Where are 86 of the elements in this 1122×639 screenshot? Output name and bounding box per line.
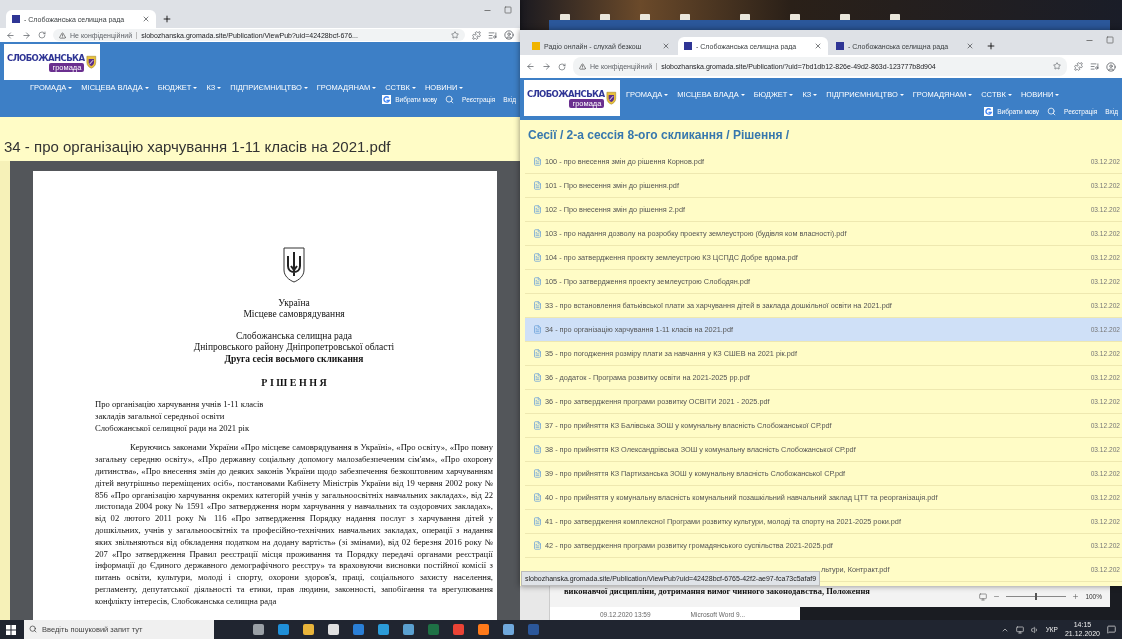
- file-icon: [533, 301, 542, 310]
- taskbar-app-icon[interactable]: [403, 624, 414, 635]
- back-icon[interactable]: [526, 62, 535, 71]
- document-line: закладів загальної середньої освіти: [95, 410, 226, 423]
- file-icon: [533, 517, 542, 526]
- page-title: 34 - про організацію харчування 1-11 класів на 2021.pdf: [4, 138, 391, 155]
- maximize-icon[interactable]: [1106, 36, 1114, 44]
- breadcrumb: Сесії / 2-а сессія 8-ого скликання / Рішення /: [528, 128, 790, 142]
- favicon-icon: [836, 42, 844, 50]
- document-heading: Р І Ш Е Н Н Я: [261, 376, 327, 389]
- document-scrollbar[interactable]: [520, 586, 550, 622]
- file-icon: [533, 445, 542, 454]
- back-icon[interactable]: [6, 30, 15, 40]
- document-line: виконавчої дисципліни, дотримання вимог чинного законодавства, Положення: [564, 586, 870, 596]
- favicon-icon: [532, 42, 540, 50]
- zoom-slider-thumb[interactable]: [1035, 593, 1038, 600]
- document-paragraph: Керуючись законами України «Про місцеве самоврядування в Україні», «Про освіту», «Про повну загальну середню освіту», «Про державну соціальну допомогу малозабезпеченим сім'ям», «Про охорону дитинства», «Про внесення змін до деяких законів України щодо забезпечення безкоштовним харчуванням дітей внутрішньо переміщених осіб», постановами Кабінету Міністрів України від 19 червня 2002 року № 856 «Про організацію харчування окремих категорій учнів у загальноосвітніх навчальних закладах», від 22 листопада 2004 року № 1591 «Про затвердження норм харчування у навчальних та оздоровчих закладах», від 02 лютого 2011 року № 116 «Про затвердження Порядку надання послуг з харчування дітей у дошкільних, учнів у загальноосвітніх та професійно-технічних навчальних закладах, операції з надання яких звільняються від обкладення податком на додану вартість» (зі змінами), від 02 березня 2016 року № 207 «Про затвердження Правил реєстрації місця проживання та Порядку передачі органами реєстрації інформації до Єдиного державного демографічного реєстру» та враховуючи висновки постійної комісії з питань освіти, культури, молоді і спорту, охорони здоров'я, праці, соціального захисту населення, регламенту, депутатської діяльності та етики, прав людини, законності, запобігання та врегулювання конфлікту інтересів, Слобожанська селищна рада: [95, 442, 493, 608]
- document-line: Слобожанської селищної ради на 2021 рік: [95, 422, 251, 435]
- document-line: Місцеве самоврядування: [243, 309, 345, 321]
- close-tab-icon[interactable]: [966, 42, 974, 50]
- close-tab-icon[interactable]: [142, 15, 150, 23]
- taskbar-app-icon[interactable]: [253, 624, 264, 635]
- taskbar-app-icon[interactable]: [278, 624, 289, 635]
- view-icon[interactable]: [979, 592, 988, 601]
- forward-icon[interactable]: [22, 30, 31, 40]
- search-icon[interactable]: [1047, 107, 1057, 116]
- close-tab-icon[interactable]: [662, 42, 670, 50]
- document-line: Друга сесія восьмого скликання: [224, 353, 364, 365]
- file-icon: [533, 157, 542, 166]
- zoom-out-icon[interactable]: [993, 593, 1001, 600]
- extensions-icon[interactable]: [1074, 62, 1083, 71]
- file-icon: [533, 349, 542, 358]
- document-line: Україна: [278, 298, 310, 310]
- new-tab-icon[interactable]: [162, 14, 172, 24]
- taskbar-app-icon[interactable]: [453, 624, 464, 635]
- extensions-icon[interactable]: [472, 30, 481, 40]
- taskbar-app-icon[interactable]: [478, 624, 489, 635]
- file-icon: [533, 421, 542, 430]
- bookmark-star-icon[interactable]: [1053, 62, 1061, 71]
- file-icon: [533, 205, 542, 214]
- profile-icon[interactable]: [504, 30, 514, 40]
- logo-title: СЛОБОЖАНСЬКА: [527, 88, 605, 99]
- taskbar-app-icon[interactable]: [378, 624, 389, 635]
- zoom-in-icon[interactable]: [1072, 593, 1080, 600]
- file-icon: [533, 397, 542, 406]
- media-icon[interactable]: [488, 30, 497, 40]
- taskbar-app-icon[interactable]: [503, 624, 514, 635]
- search-icon: [29, 625, 37, 633]
- file-icon: [533, 373, 542, 382]
- file-icon: [533, 277, 542, 286]
- reload-icon[interactable]: [38, 31, 46, 39]
- file-icon: [533, 253, 542, 262]
- document-line: Слобожанська селищна рада: [235, 330, 352, 342]
- notifications-icon[interactable]: [1107, 625, 1116, 634]
- trident-emblem-icon: [282, 246, 306, 284]
- volume-icon[interactable]: [1030, 625, 1039, 634]
- maximize-icon[interactable]: [504, 6, 512, 14]
- bookmark-star-icon[interactable]: [451, 31, 459, 39]
- warning-icon: [579, 63, 586, 70]
- document-line: Дніпровського району Дніпропетровської області: [193, 342, 395, 354]
- document-line: Про організацію харчування учнів 1-11 класів: [95, 398, 264, 411]
- forward-icon[interactable]: [542, 62, 551, 71]
- file-icon: [533, 325, 542, 334]
- windows-start-icon[interactable]: [6, 624, 16, 635]
- file-icon: [533, 541, 542, 550]
- translate-icon: [984, 107, 994, 116]
- file-icon: [533, 493, 542, 502]
- taskbar-app-icon[interactable]: [353, 624, 364, 635]
- search-icon[interactable]: [445, 95, 455, 104]
- file-icon: [533, 469, 542, 478]
- translate-icon: [382, 95, 392, 104]
- profile-icon[interactable]: [1106, 61, 1116, 72]
- new-tab-icon[interactable]: [986, 41, 996, 51]
- close-tab-icon[interactable]: [814, 42, 822, 50]
- warning-icon: [59, 31, 66, 39]
- favicon-icon: [684, 42, 692, 50]
- taskbar-app-icon[interactable]: [428, 624, 439, 635]
- reload-icon[interactable]: [558, 62, 566, 71]
- logo-title: СЛОБОЖАНСЬКА: [7, 52, 85, 63]
- file-icon: [533, 181, 542, 190]
- taskbar-app-icon[interactable]: [303, 624, 314, 635]
- file-icon: [533, 229, 542, 238]
- media-icon[interactable]: [1090, 62, 1099, 71]
- network-icon[interactable]: [1015, 625, 1024, 634]
- taskbar-app-icon[interactable]: [328, 624, 339, 635]
- favicon-icon: [12, 15, 20, 23]
